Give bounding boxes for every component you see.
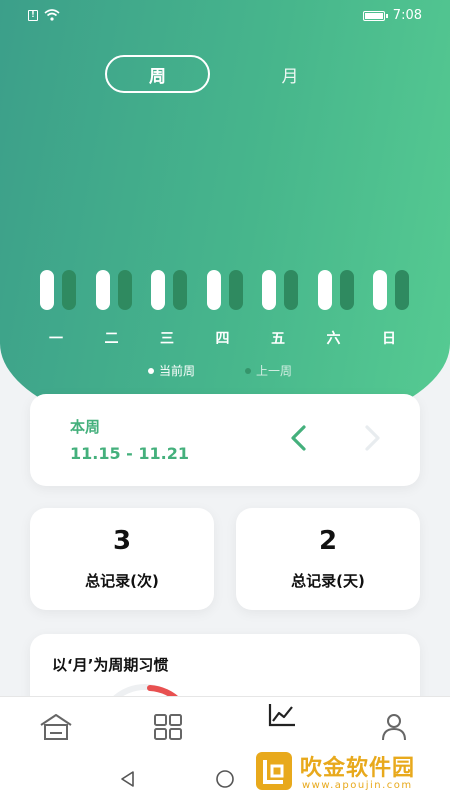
chevron-right-icon (365, 425, 380, 451)
bar-current-week (206, 270, 221, 310)
bar-current-week (95, 270, 110, 310)
tab-home[interactable] (36, 709, 76, 745)
watermark: 吹金软件园 www.apoujin.com (248, 744, 446, 798)
bar-current-week (317, 270, 332, 310)
chart-icon (268, 704, 295, 727)
status-bar: ! 7:08 (0, 0, 450, 30)
chevron-left-icon (291, 425, 306, 451)
battery-icon (362, 10, 388, 21)
bar-previous-week (62, 270, 76, 310)
back-triangle-icon (121, 771, 134, 787)
bar-pair (95, 270, 136, 310)
bar-current-week (262, 270, 276, 310)
habit-card-title: 以‘月’为周期习惯 (52, 656, 169, 674)
watermark-url: www.apoujin.com (302, 780, 413, 791)
stat-total-count-value: 3 (112, 526, 132, 556)
home-circle-icon (216, 770, 234, 788)
stat-total-count-label: 总记录(次) (85, 572, 159, 590)
previous-week-button[interactable] (280, 420, 316, 456)
watermark-text: 吹金软件园 (300, 756, 416, 781)
weekday-label: 一 (49, 331, 63, 347)
bar-current-week (40, 270, 54, 310)
weekday-label: 五 (271, 331, 285, 347)
stat-total-days-card: 2 总记录(天) (236, 508, 420, 610)
nav-back-button[interactable] (117, 768, 139, 790)
legend-current-week: 当前周 (148, 362, 195, 379)
nav-home-button[interactable] (214, 768, 236, 790)
wifi-icon (44, 9, 60, 21)
week-date-range: 11.15 - 11.21 (70, 444, 189, 463)
tab-month[interactable]: 月 (255, 55, 325, 93)
bar-pair (40, 270, 80, 310)
tab-grid[interactable] (148, 709, 188, 745)
watermark-logo-icon (256, 752, 292, 790)
tab-week[interactable]: 周 (105, 55, 210, 93)
next-week-button[interactable] (355, 420, 391, 456)
clock-time: 7:08 (392, 8, 422, 23)
weekday-label: 日 (382, 331, 396, 347)
tab-profile[interactable] (374, 709, 414, 745)
sim-alert-icon: ! (28, 9, 38, 21)
stat-total-count-card: 3 总记录(次) (30, 508, 214, 610)
weekday-label: 四 (215, 331, 230, 347)
stat-total-days-label: 总记录(天) (291, 572, 365, 590)
bar-previous-week (117, 270, 132, 310)
legend-dot-icon (245, 367, 251, 374)
weekday-labels: 一二三四五六日 (40, 328, 420, 348)
bar-current-week (151, 270, 165, 310)
grid-icon (154, 714, 182, 740)
chart-legend: 当前周 上一周 (0, 362, 450, 380)
stat-total-days-value: 2 (318, 526, 338, 556)
bar-pair (373, 270, 413, 310)
tab-statistics[interactable] (262, 697, 302, 733)
header-hero: ! 7:08 周 月 一 二 三 四 五 六 日 当前周 上一周 (0, 0, 450, 440)
legend-current-label: 当前周 (159, 364, 196, 378)
bar-previous-week (339, 270, 354, 310)
week-range-card: 本周 11.15 - 11.21 (30, 394, 420, 486)
bar-previous-week (284, 270, 298, 310)
week-label: 本周 (70, 418, 101, 436)
home-icon (40, 714, 72, 740)
weekday-label: 六 (326, 331, 341, 347)
bar-pair (206, 270, 247, 310)
bar-current-week (373, 270, 387, 310)
bar-previous-week (228, 270, 243, 310)
period-tabs: 周 月 (105, 55, 345, 95)
weekday-label: 二 (104, 331, 119, 347)
legend-previous-week: 上一周 (245, 362, 292, 379)
legend-dot-icon (148, 367, 154, 374)
bar-pair (151, 270, 191, 310)
weekday-label: 三 (160, 331, 174, 347)
bar-pair (262, 270, 302, 310)
user-icon (382, 714, 406, 741)
bar-previous-week (173, 270, 187, 310)
bar-pair (317, 270, 358, 310)
weekly-bar-chart (40, 270, 420, 310)
bar-previous-week (395, 270, 409, 310)
legend-previous-label: 上一周 (256, 364, 293, 378)
